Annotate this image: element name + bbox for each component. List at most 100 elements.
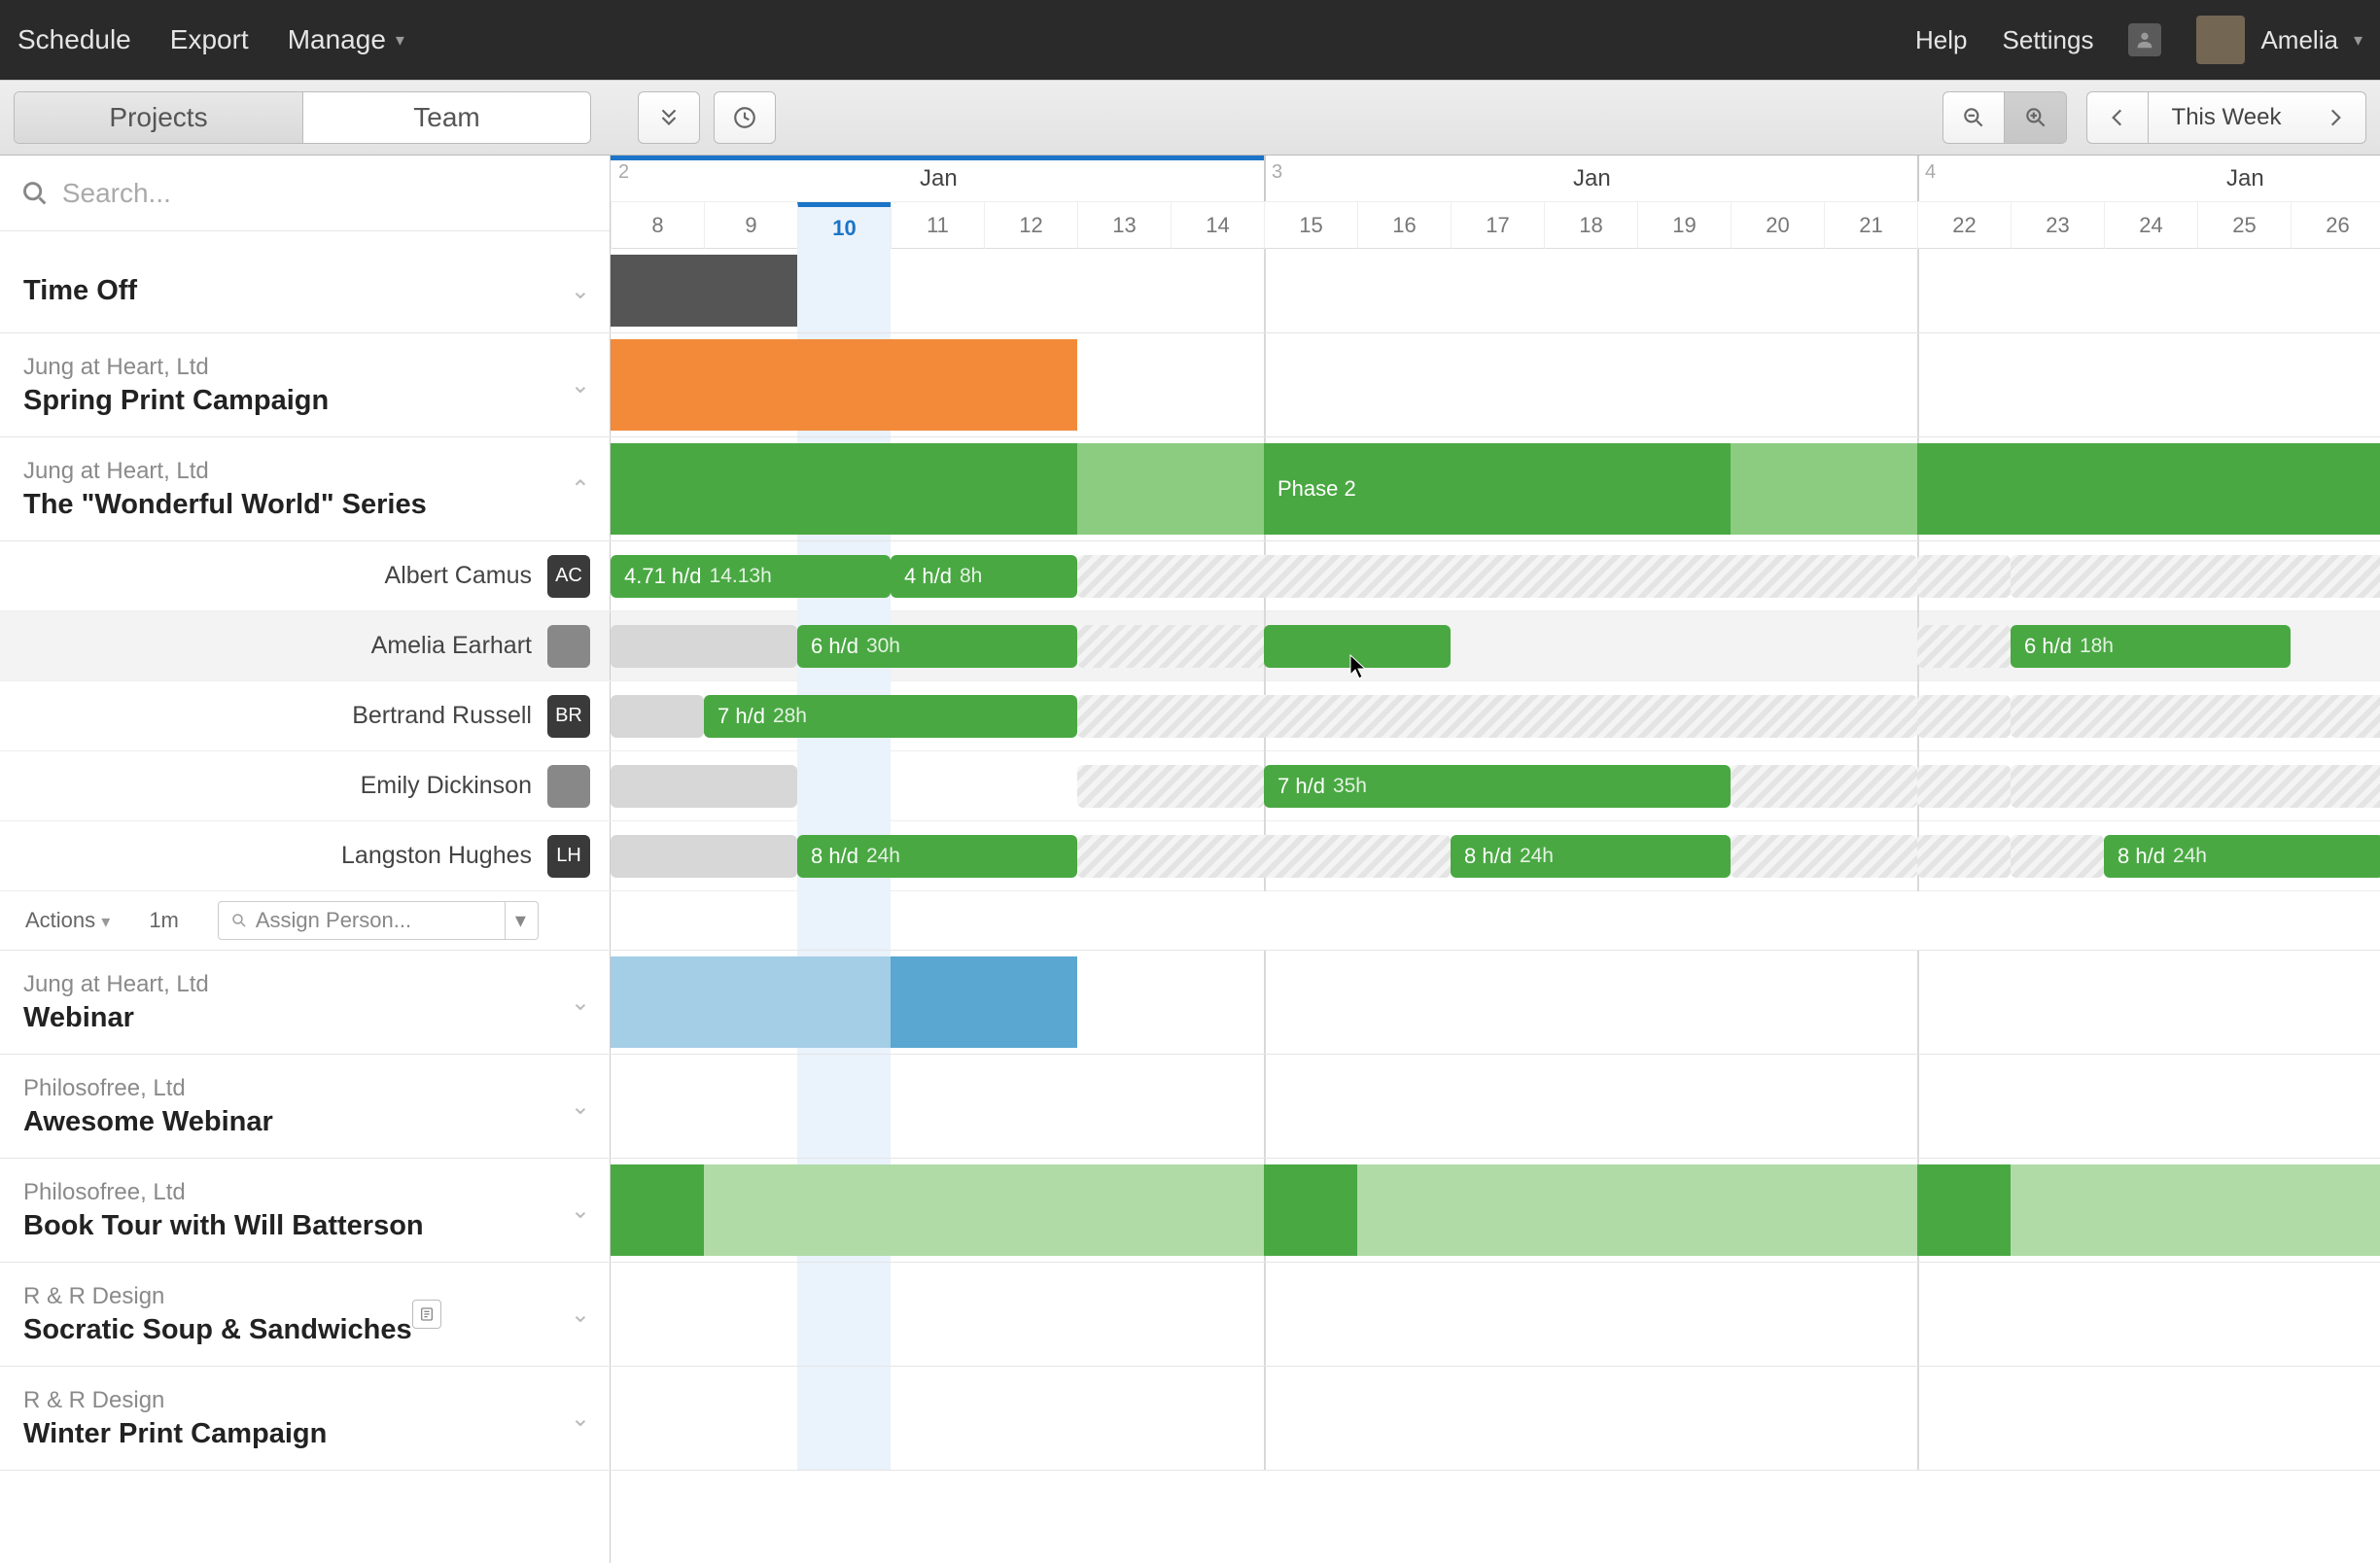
schedule-bar[interactable]: 8 h/d24h (797, 835, 1077, 878)
schedule-bar[interactable] (2011, 765, 2380, 808)
schedule-bar[interactable] (611, 695, 704, 738)
schedule-bar[interactable] (1077, 555, 1917, 598)
day-header[interactable]: 10 (797, 202, 891, 249)
schedule-bar[interactable] (611, 835, 797, 878)
day-header[interactable]: 17 (1451, 202, 1544, 249)
next-week-button[interactable] (2304, 91, 2366, 144)
day-header[interactable]: 19 (1637, 202, 1731, 249)
nav-export[interactable]: Export (170, 24, 249, 55)
person-row-label[interactable]: Emily Dickinson (0, 751, 611, 820)
day-header[interactable]: 16 (1357, 202, 1451, 249)
schedule-bar[interactable] (1917, 625, 2011, 668)
schedule-bar[interactable]: 8 h/d24h (2104, 835, 2380, 878)
person-row-label[interactable]: Langston HughesLH (0, 821, 611, 890)
person-row-label[interactable]: Bertrand RussellBR (0, 681, 611, 750)
schedule-bar[interactable]: 6 h/d30h (797, 625, 1077, 668)
schedule-bar[interactable] (1077, 695, 1917, 738)
schedule-bar[interactable] (1917, 835, 2011, 878)
chevron-down-icon[interactable]: ⌄ (571, 1301, 590, 1329)
search-input[interactable] (62, 178, 588, 209)
day-header[interactable]: 8 (611, 202, 704, 249)
day-header[interactable]: 14 (1171, 202, 1264, 249)
schedule-bar[interactable] (611, 765, 797, 808)
schedule-bar[interactable] (1731, 765, 1917, 808)
timeline[interactable]: 2Jan3Jan4Jan 891011121314151617181920212… (611, 156, 2380, 249)
note-icon[interactable] (412, 1300, 441, 1329)
this-week-button[interactable]: This Week (2149, 91, 2304, 144)
day-header[interactable]: 11 (891, 202, 984, 249)
schedule-bar[interactable] (1264, 625, 1451, 668)
schedule-bar[interactable] (611, 443, 1077, 535)
schedule-bar[interactable] (891, 956, 1077, 1048)
chevron-down-icon[interactable]: ⌄ (571, 371, 590, 399)
schedule-bar[interactable] (1357, 1164, 1917, 1256)
day-header[interactable]: 21 (1824, 202, 1917, 249)
schedule-bar[interactable] (611, 625, 797, 668)
schedule-bar[interactable] (1917, 1164, 2011, 1256)
schedule-bar[interactable] (1077, 835, 1451, 878)
project-row-label[interactable]: Jung at Heart, LtdWebinar⌄ (0, 951, 611, 1054)
tab-projects[interactable]: Projects (15, 92, 302, 143)
day-header[interactable]: 20 (1731, 202, 1824, 249)
day-header[interactable]: 22 (1917, 202, 2011, 249)
schedule-bar[interactable] (2011, 1164, 2380, 1256)
schedule-bar[interactable] (1077, 765, 1264, 808)
schedule-bar[interactable]: 8 h/d24h (1451, 835, 1731, 878)
schedule-bar[interactable]: 4.71 h/d14.13h (611, 555, 891, 598)
schedule-bar[interactable] (1264, 1164, 1357, 1256)
project-row-label[interactable]: Jung at Heart, LtdSpring Print Campaign⌄ (0, 333, 611, 436)
schedule-bar[interactable] (611, 255, 797, 327)
schedule-bar[interactable] (2011, 835, 2104, 878)
schedule-bar[interactable] (1731, 443, 1917, 535)
time-view-button[interactable] (714, 91, 776, 144)
user-menu[interactable]: Amelia ▾ (2196, 16, 2362, 64)
schedule-bar[interactable] (1917, 443, 2011, 535)
assign-person-input[interactable]: Assign Person...▾ (218, 901, 539, 940)
chevron-down-icon[interactable]: ⌄ (571, 277, 590, 305)
schedule-bar[interactable] (1731, 835, 1917, 878)
actions-menu[interactable]: Actions ▾ (25, 908, 110, 933)
chevron-down-icon[interactable]: ▾ (505, 902, 526, 939)
schedule-bar[interactable]: 7 h/d35h (1264, 765, 1731, 808)
person-row-label[interactable]: Amelia Earhart (0, 611, 611, 680)
schedule-bar[interactable]: 6 h/d18h (2011, 625, 2291, 668)
person-row-label[interactable]: Albert CamusAC (0, 541, 611, 610)
project-row-label[interactable]: Time Off⌄ (0, 249, 611, 332)
day-header[interactable]: 26 (2291, 202, 2380, 249)
schedule-bar[interactable]: 7 h/d28h (704, 695, 1077, 738)
chevron-down-icon[interactable]: ⌄ (571, 989, 590, 1017)
schedule-bar[interactable] (611, 956, 891, 1048)
zoom-out-button[interactable] (1942, 91, 2005, 144)
schedule-bar[interactable] (611, 339, 1077, 431)
project-row-label[interactable]: Philosofree, LtdBook Tour with Will Batt… (0, 1159, 611, 1262)
day-header[interactable]: 13 (1077, 202, 1171, 249)
chevron-down-icon[interactable]: ⌄ (571, 1405, 590, 1433)
project-row-label[interactable]: Philosofree, LtdAwesome Webinar⌄ (0, 1055, 611, 1158)
day-header[interactable]: 12 (984, 202, 1077, 249)
day-header[interactable]: 18 (1544, 202, 1637, 249)
zoom-in-button[interactable] (2005, 91, 2067, 144)
schedule-bar[interactable] (2011, 695, 2380, 738)
schedule-bar[interactable] (2011, 555, 2380, 598)
nav-settings[interactable]: Settings (2003, 25, 2094, 55)
schedule-bar[interactable] (1917, 695, 2011, 738)
nav-schedule[interactable]: Schedule (18, 24, 131, 55)
expand-all-button[interactable] (638, 91, 700, 144)
project-row-label[interactable]: R & R DesignSocratic Soup & Sandwiches⌄ (0, 1263, 611, 1366)
schedule-bar[interactable]: 4 h/d8h (891, 555, 1077, 598)
schedule-bar[interactable]: Phase 2 (1264, 443, 1731, 535)
day-header[interactable]: 15 (1264, 202, 1357, 249)
day-header[interactable]: 24 (2104, 202, 2197, 249)
schedule-bar[interactable] (611, 1164, 704, 1256)
day-header[interactable]: 23 (2011, 202, 2104, 249)
schedule-bar[interactable] (1917, 555, 2011, 598)
user-silhouette-icon[interactable] (2128, 23, 2161, 56)
schedule-bar[interactable] (704, 1164, 1264, 1256)
day-header[interactable]: 9 (704, 202, 797, 249)
schedule-bar[interactable] (1077, 443, 1264, 535)
schedule-bar[interactable] (1077, 625, 1264, 668)
project-row-label[interactable]: R & R DesignWinter Print Campaign⌄ (0, 1367, 611, 1470)
chevron-up-icon[interactable]: ⌃ (571, 475, 590, 504)
day-header[interactable]: 25 (2197, 202, 2291, 249)
chevron-down-icon[interactable]: ⌄ (571, 1197, 590, 1225)
